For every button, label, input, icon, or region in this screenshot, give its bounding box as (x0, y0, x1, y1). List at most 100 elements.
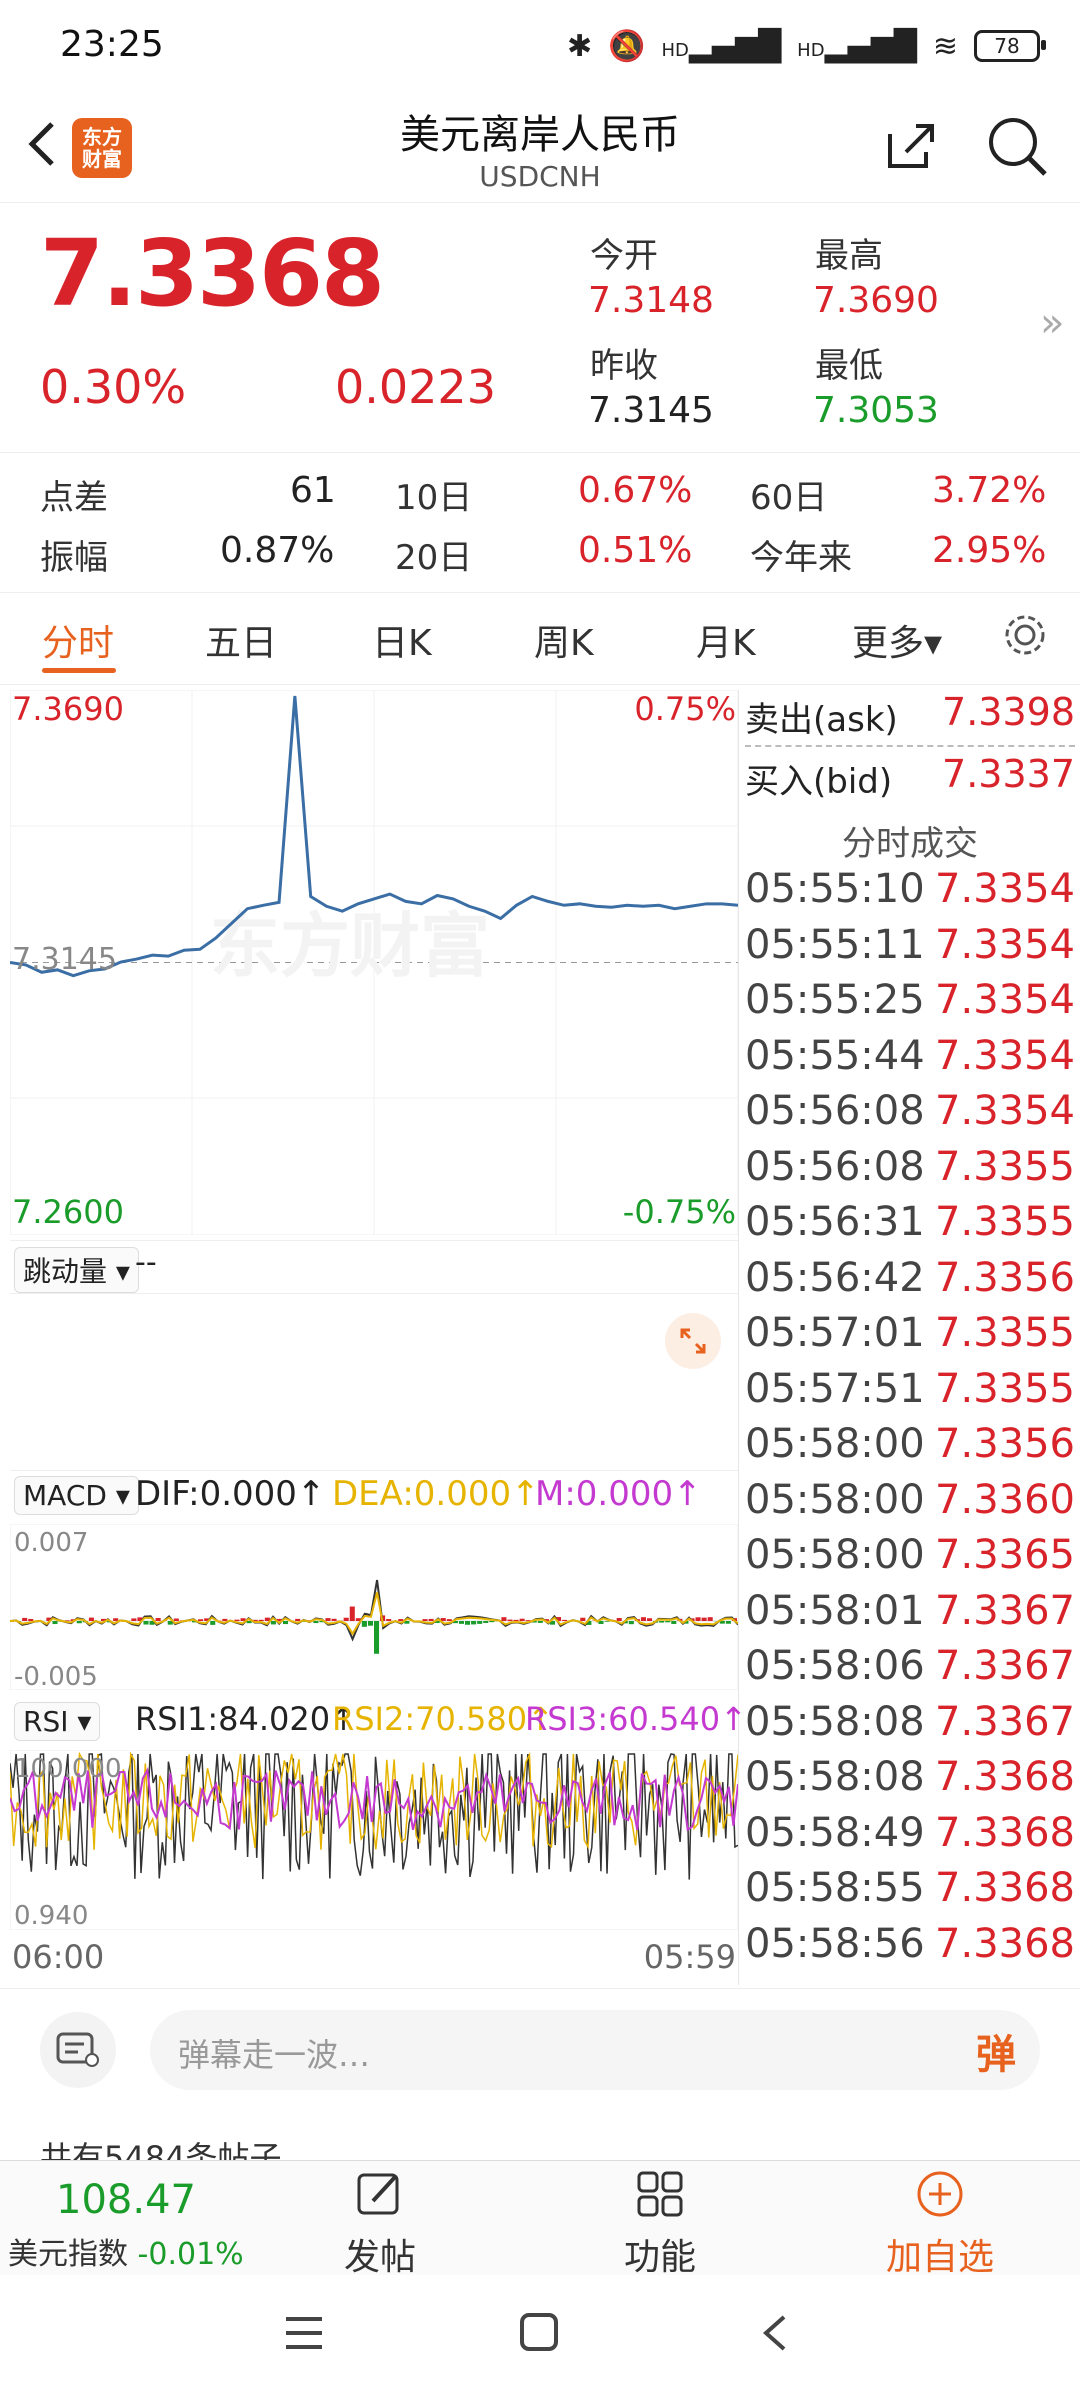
macd-bar (283, 1621, 289, 1625)
d10-label: 10日 (395, 478, 473, 518)
macd-bar (507, 1619, 513, 1621)
grid-icon (637, 2171, 683, 2217)
macd-bar (361, 1621, 367, 1627)
macd-bar (628, 1621, 634, 1625)
macd-bottom-label: -0.005 (14, 1662, 98, 1692)
macd-bar (422, 1619, 428, 1621)
tick-time: 05:57:51 (745, 1365, 925, 1412)
y-bottom-label: 7.2600 (12, 1193, 124, 1231)
usd-index-label[interactable]: 美元指数 -0.01% (8, 2229, 244, 2273)
tick-row: 05:56:08 7.3355 (745, 1144, 1075, 1200)
more-quote-icon[interactable]: » (1040, 300, 1064, 346)
ask-row: 卖出(ask) 7.3398 (745, 690, 1075, 747)
macd-bar (52, 1621, 58, 1625)
y-top-label: 7.3690 (12, 690, 124, 728)
x-start-label: 06:00 (12, 1938, 105, 1976)
rsi-selector[interactable]: RSI ▾ (14, 1702, 101, 1741)
tick-row: 05:55:44 7.3354 (745, 1033, 1075, 1089)
high-value: 7.3690 (813, 280, 939, 321)
usd-index-value[interactable]: 108.47 (56, 2177, 196, 2223)
macd-bar (198, 1619, 204, 1621)
search-icon[interactable] (985, 114, 1049, 182)
x-end-label: 05:59 (643, 1938, 736, 1976)
menu-icon[interactable] (282, 2313, 326, 2357)
macd-bar (374, 1621, 380, 1654)
low-label: 最低 (815, 346, 883, 386)
volume-selector[interactable]: 跳动量 ▾ (14, 1247, 139, 1293)
tick-time: 05:55:44 (745, 1032, 925, 1079)
macd-bar (513, 1619, 519, 1621)
tick-time: 05:56:08 (745, 1088, 925, 1134)
edit-icon (357, 2173, 399, 2215)
tick-price: 7.3354 (935, 1088, 1075, 1134)
bottom-nav: 108.47 美元指数 -0.01% 发帖 功能 加自选 (0, 2160, 1080, 2278)
rsi2: RSI2:70.580↑ (332, 1700, 554, 1738)
volume-grid (10, 1293, 738, 1471)
system-back-icon[interactable] (754, 2311, 794, 2359)
macd-bar (143, 1621, 149, 1625)
tick-time: 05:57:01 (745, 1310, 925, 1356)
function-button[interactable]: 功能 (610, 2169, 710, 2280)
post-label: 发帖 (343, 2237, 416, 2278)
macd-bar (155, 1617, 161, 1621)
tab-more[interactable]: 更多▾ (852, 614, 942, 666)
tick-time: 05:58:55 (745, 1865, 925, 1911)
tab-five-day[interactable]: 五日 (205, 614, 277, 666)
rsi-top-label: 100.000 (14, 1754, 122, 1784)
open-value: 7.3148 (588, 280, 714, 321)
comment-icon[interactable] (40, 2012, 116, 2088)
macd-m: M:0.000↑ (535, 1474, 702, 1514)
danmaku-button[interactable]: 弹 (976, 2022, 1016, 2080)
change-percent: 0.30% (40, 360, 187, 414)
ask-label: 卖出(ask) (745, 700, 898, 740)
add-watchlist-label: 加自选 (885, 2237, 994, 2278)
tick-time: 05:58:06 (745, 1643, 925, 1689)
tick-list[interactable]: 05:55:10 7.3354 05:55:11 7.3354 05:55:25 7.33… (745, 866, 1075, 1976)
prev-close-label: 昨收 (590, 346, 658, 386)
ticks-title: 分时成交 (842, 824, 978, 864)
tick-row: 05:58:06 7.3367 (745, 1643, 1075, 1699)
macd-bar (695, 1617, 701, 1621)
add-watchlist-button[interactable]: 加自选 (870, 2169, 1010, 2280)
tick-price: 7.3355 (935, 1310, 1075, 1356)
tick-price: 7.3355 (935, 1365, 1075, 1412)
tick-time: 05:58:00 (745, 1532, 925, 1578)
tick-row: 05:56:31 7.3355 (745, 1199, 1075, 1255)
macd-chart-svg (10, 1524, 738, 1690)
home-icon[interactable] (518, 2311, 562, 2359)
bid-label: 买入(bid) (745, 762, 893, 802)
intraday-chart[interactable]: 东方 财富 7.3690 0.75% 7.3145 7.2600 -0.75% (9, 689, 739, 1236)
expand-icon[interactable] (665, 1313, 721, 1369)
gear-icon[interactable] (1000, 610, 1050, 664)
battery-icon: 78 (974, 30, 1046, 62)
divider (0, 684, 1080, 685)
d10-value: 0.67% (578, 470, 693, 511)
tick-time: 05:58:00 (745, 1421, 925, 1467)
macd-bar (725, 1621, 731, 1624)
tab-daily-k[interactable]: 日K (372, 614, 432, 666)
tick-row: 05:56:08 7.3354 (745, 1088, 1075, 1144)
tick-time: 05:56:08 (745, 1143, 925, 1190)
macd-bar (458, 1621, 464, 1624)
post-button[interactable]: 发帖 (330, 2169, 430, 2280)
tab-weekly-k[interactable]: 周K (534, 614, 594, 666)
macd-bar (659, 1621, 665, 1623)
comment-placeholder: 弹幕走一波… (178, 2036, 371, 2074)
macd-selector[interactable]: MACD ▾ (14, 1476, 139, 1515)
macd-dea: DEA:0.000↑ (332, 1474, 540, 1514)
macd-bar (465, 1621, 471, 1625)
share-icon[interactable] (880, 116, 940, 180)
tick-row: 05:58:00 7.3365 (745, 1532, 1075, 1588)
tab-monthly-k[interactable]: 月K (696, 614, 756, 666)
tick-time: 05:58:01 (745, 1587, 925, 1634)
tab-bar: 分时 五日 日K 周K 月K 更多▾ (0, 592, 1080, 682)
header: 东方 财富 美元离岸人民币 USDCNH (0, 92, 1080, 203)
tab-intraday[interactable]: 分时 (42, 614, 114, 666)
tick-time: 05:58:49 (745, 1809, 925, 1856)
macd-bar (665, 1621, 671, 1623)
status-bar: 23:25 ✱ 🔕 HD▂▄▆█ HD▂▄▆█ ≋ 78 (0, 0, 1080, 90)
tick-time: 05:58:00 (745, 1476, 925, 1523)
macd-bar (707, 1617, 713, 1621)
macd-bar (76, 1621, 82, 1624)
comment-input[interactable]: 弹幕走一波… 弹 (150, 2010, 1040, 2090)
